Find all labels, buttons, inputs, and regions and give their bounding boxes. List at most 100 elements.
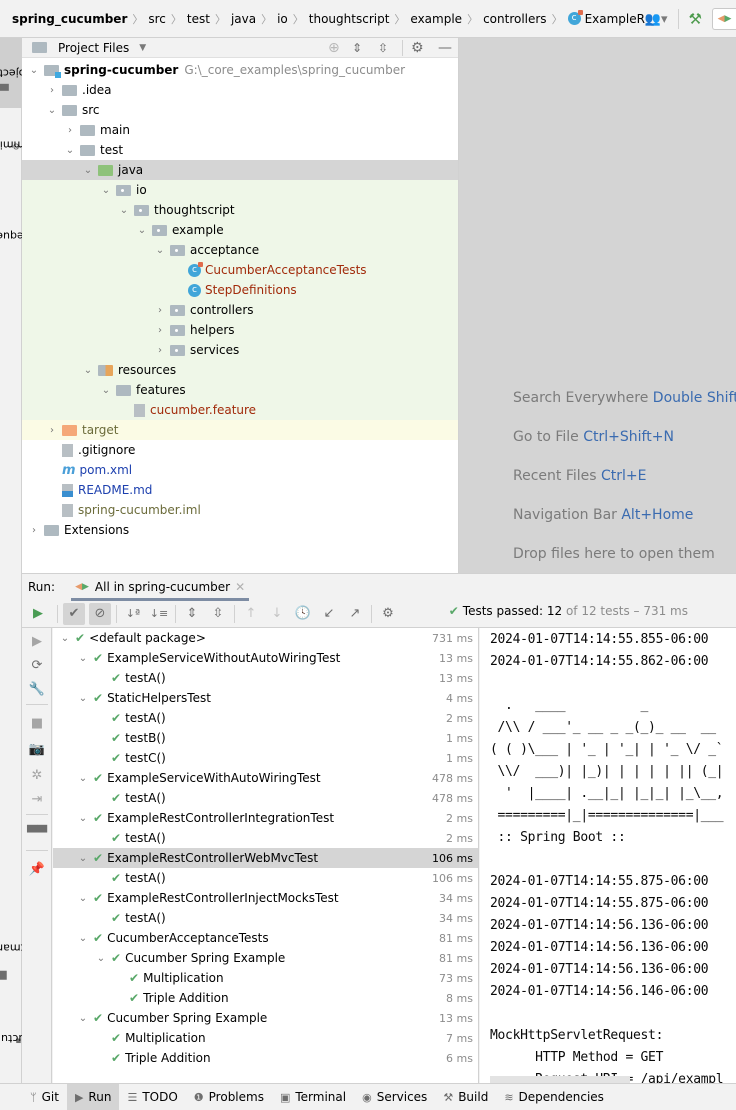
export-tests-button[interactable]: ↗ <box>344 603 366 625</box>
camera-icon[interactable]: 📷 <box>28 740 46 758</box>
expand-all-icon[interactable]: ⇕ <box>352 41 362 55</box>
chevron-down-icon[interactable]: ⌄ <box>154 245 166 256</box>
chevron-down-icon[interactable]: ⌄ <box>100 185 112 196</box>
bottom-tab-terminal[interactable]: ▣ Terminal <box>272 1084 354 1110</box>
expand-all-button[interactable]: ⇕ <box>181 603 203 625</box>
tool-tab-commit[interactable]: -o- Commit <box>0 110 39 180</box>
test-result-row[interactable]: ✔ Multiplication 73 ms <box>53 968 478 988</box>
locate-icon[interactable]: ⊕ <box>328 40 340 56</box>
console-output[interactable]: 2024-01-07T14:14:55.855-06:00 2024-01-07T… <box>480 628 736 1084</box>
project-tree-item[interactable]: › services <box>22 340 458 360</box>
test-result-row[interactable]: ⌄ ✔ ExampleRestControllerInjectMocksTest 34… <box>53 888 478 908</box>
project-tree-item[interactable]: › .idea <box>22 80 458 100</box>
wrench-icon[interactable]: 🔧 <box>28 680 46 698</box>
chevron-down-icon[interactable]: ⌄ <box>100 385 112 396</box>
import-tests-button[interactable]: ↙ <box>318 603 340 625</box>
chevron-down-icon[interactable]: ⌄ <box>82 165 94 176</box>
test-result-row[interactable]: ✔ testC() 1 ms <box>53 748 478 768</box>
project-tree-item[interactable]: ⌄ java <box>22 160 458 180</box>
chevron-down-icon[interactable]: ⌄ <box>77 773 89 784</box>
chevron-down-icon[interactable]: ⌄ <box>64 145 76 156</box>
chevron-down-icon[interactable]: ⌄ <box>77 1013 89 1024</box>
collapse-all-button[interactable]: ⇳ <box>207 603 229 625</box>
test-result-row[interactable]: ✔ Triple Addition 8 ms <box>53 988 478 1008</box>
chevron-down-icon[interactable]: ⌄ <box>28 65 40 76</box>
chevron-down-icon[interactable]: ⌄ <box>95 953 107 964</box>
test-history-button[interactable]: 🕓 <box>292 603 314 625</box>
chevron-right-icon[interactable]: › <box>154 305 166 316</box>
project-tree-item[interactable]: ⌄ thoughtscript <box>22 200 458 220</box>
chevron-down-icon[interactable]: ⌄ <box>77 693 89 704</box>
test-result-row[interactable]: ⌄ ✔ ExampleServiceWithoutAutoWiringTest 13 … <box>53 648 478 668</box>
layout-icon[interactable]: ▀▀ <box>27 824 47 842</box>
chevron-down-icon[interactable]: ⌄ <box>77 933 89 944</box>
bottom-tab-build[interactable]: ⚒ Build <box>435 1084 496 1110</box>
chevron-right-icon[interactable]: › <box>46 425 58 436</box>
chevron-down-icon[interactable]: ⌄ <box>77 893 89 904</box>
project-tree-item[interactable]: c CucumberAcceptanceTests <box>22 260 458 280</box>
project-tree-item[interactable]: › target <box>22 420 458 440</box>
toggle-auto-test-icon[interactable]: ⟳ <box>28 656 46 674</box>
exit-icon[interactable]: ⇥ <box>28 790 46 808</box>
chevron-right-icon[interactable]: › <box>64 125 76 136</box>
next-test-button[interactable]: ↓ <box>266 603 288 625</box>
project-view-selector[interactable]: Project Files <box>58 41 129 55</box>
run-tab-all-in-spring-cucumber[interactable]: ◀▶ All in spring-cucumber ✕ <box>71 575 250 601</box>
breadcrumb-example[interactable]: example <box>410 12 462 26</box>
bottom-tab-problems[interactable]: ❶ Problems <box>186 1084 272 1110</box>
project-tree-item[interactable]: spring-cucumber.iml <box>22 500 458 520</box>
project-tree-item[interactable]: ⌄ io <box>22 180 458 200</box>
test-result-row[interactable]: ⌄ ✔ StaticHelpersTest 4 ms <box>53 688 478 708</box>
hide-panel-icon[interactable]: — <box>438 40 452 56</box>
tool-tab-pull-requests[interactable]: ⇱Pull Requests <box>0 186 54 286</box>
user-icon[interactable]: 👥▾ <box>645 12 668 27</box>
project-tree-item[interactable]: m pom.xml <box>22 460 458 480</box>
breadcrumb-controllers[interactable]: controllers <box>483 12 547 26</box>
test-result-row[interactable]: ⌄ ✔ ExampleRestControllerWebMvcTest 106 ms <box>53 848 478 868</box>
chevron-right-icon[interactable]: › <box>28 525 40 536</box>
chevron-right-icon[interactable]: › <box>154 325 166 336</box>
bottom-tab-todo[interactable]: ☰ TODO <box>119 1084 185 1110</box>
test-result-row[interactable]: ✔ testA() 2 ms <box>53 708 478 728</box>
chevron-down-icon[interactable]: ⌄ <box>77 653 89 664</box>
project-tree-item[interactable]: › controllers <box>22 300 458 320</box>
sort-alphabetically-button[interactable]: ↓ª <box>122 603 144 625</box>
chevron-down-icon[interactable]: ⌄ <box>136 225 148 236</box>
previous-test-button[interactable]: ↑ <box>240 603 262 625</box>
project-tree-item[interactable]: cucumber.feature <box>22 400 458 420</box>
sort-by-duration-button[interactable]: ↓≡ <box>148 603 170 625</box>
show-ignored-toggle[interactable]: ⊘ <box>89 602 111 625</box>
bottom-tab-dependencies[interactable]: ≋ Dependencies <box>496 1084 612 1110</box>
bottom-tab-services[interactable]: ◉ Services <box>354 1084 435 1110</box>
test-result-row[interactable]: ⌄ ✔ Cucumber Spring Example 13 ms <box>53 1008 478 1028</box>
rerun-button[interactable]: ▶ <box>24 603 52 625</box>
test-result-row[interactable]: ✔ Triple Addition 6 ms <box>53 1048 478 1068</box>
project-tree-item[interactable]: › helpers <box>22 320 458 340</box>
breadcrumb-test[interactable]: test <box>187 12 210 26</box>
run-settings-button[interactable]: ⚙ <box>377 603 399 625</box>
breadcrumb-java[interactable]: java <box>231 12 256 26</box>
chevron-right-icon[interactable]: › <box>154 345 166 356</box>
project-tree-item[interactable]: ⌄ spring-cucumber G:\_core_examples\spring… <box>22 60 458 80</box>
breadcrumb-src[interactable]: src <box>148 12 166 26</box>
editor-empty-area[interactable]: Search Everywhere Double Shift Go to File… <box>459 38 736 573</box>
show-passed-toggle[interactable]: ✔ <box>63 602 85 625</box>
test-result-row[interactable]: ✔ testA() 34 ms <box>53 908 478 928</box>
debug-icon[interactable]: ✲ <box>28 766 46 784</box>
run-config-selector[interactable]: ◀▶ <box>712 8 736 30</box>
project-tree-item[interactable]: README.md <box>22 480 458 500</box>
pin-icon[interactable]: 📌 <box>28 860 46 878</box>
breadcrumb-spring-cucumber[interactable]: spring_cucumber <box>12 12 127 26</box>
test-result-row[interactable]: ✔ testA() 478 ms <box>53 788 478 808</box>
project-tree-item[interactable]: ⌄ test <box>22 140 458 160</box>
project-tree-item[interactable]: ⌄ example <box>22 220 458 240</box>
project-tree-item[interactable]: ⌄ features <box>22 380 458 400</box>
build-hammer-icon[interactable]: ⚒ <box>689 10 702 28</box>
tool-tab-structure[interactable]: ▪▪Structure <box>0 998 42 1078</box>
tool-tab-project[interactable]: Project <box>0 38 36 108</box>
test-result-row[interactable]: ⌄ ✔ ExampleServiceWithAutoWiringTest 478 ms <box>53 768 478 788</box>
test-result-row[interactable]: ⌄ ✔ Cucumber Spring Example 81 ms <box>53 948 478 968</box>
test-result-row[interactable]: ✔ testB() 1 ms <box>53 728 478 748</box>
tool-tab-bookmarks[interactable]: Bookmarks <box>0 908 48 988</box>
breadcrumb-thoughtscript[interactable]: thoughtscript <box>309 12 390 26</box>
